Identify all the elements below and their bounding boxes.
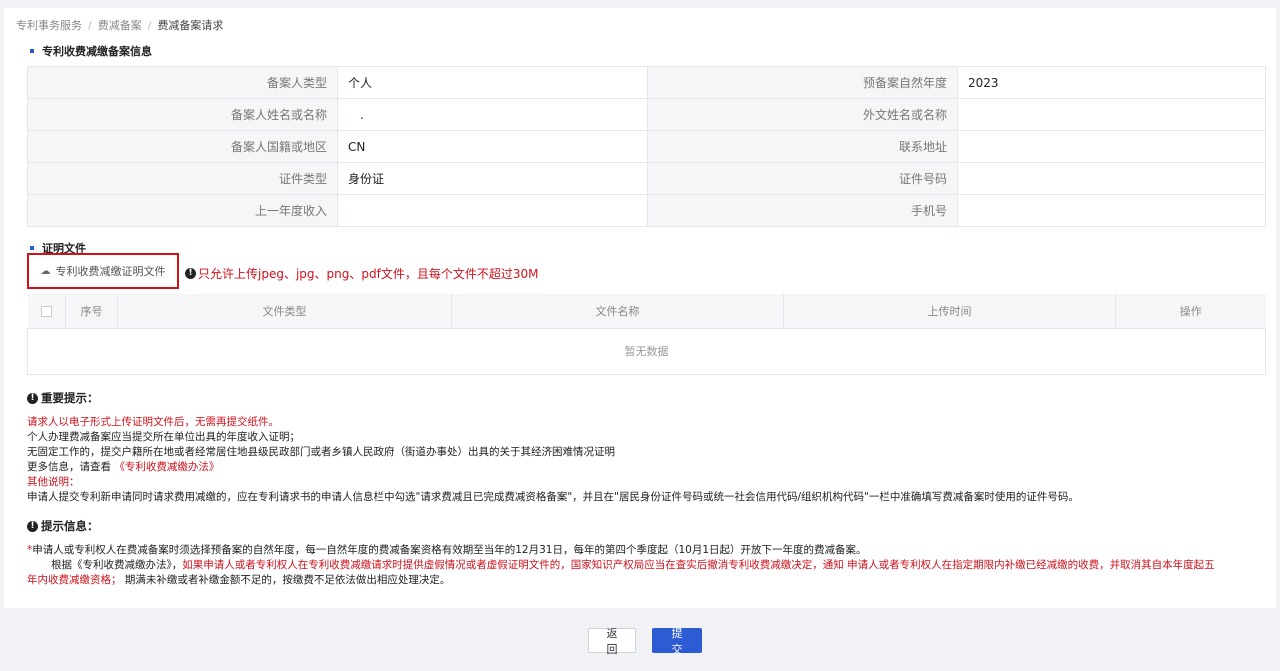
label-phone: 手机号 (647, 194, 958, 227)
section-title-text: 专利收费减缴备案信息 (42, 45, 152, 58)
value-foreign-name (957, 98, 1266, 131)
upload-hint-text: 只允许上传jpeg、jpg、png、pdf文件，且每个文件不超过30M (198, 267, 539, 281)
select-all-checkbox[interactable] (40, 305, 52, 317)
column-header-upload-time: 上传时间 (783, 294, 1116, 328)
back-button[interactable]: 返 回 (588, 627, 636, 656)
upload-hint: ! 只允许上传jpeg、jpg、png、pdf文件，且每个文件不超过30M (185, 265, 538, 282)
note-more-info-text: 更多信息，请查看 (27, 461, 111, 473)
column-header-actions: 操作 (1115, 294, 1266, 328)
important-notes-heading: ! 重要提示： (27, 391, 1079, 406)
table-header-row: 序号 文件类型 文件名称 上传时间 操作 (27, 294, 1266, 328)
label-contact-address: 联系地址 (647, 130, 958, 163)
exclamation-icon: ! (185, 268, 196, 279)
label-filer-name: 备案人姓名或名称 (27, 98, 338, 131)
tip-line-1-text: 申请人或专利权人在费减备案时须选择预备案的自然年度，每一自然年度的费减备案资格有… (32, 544, 867, 556)
tip-line-3: 年内收费减缴资格； 期满未补缴或者补缴金额不足的，按缴费不足依法做出相应处理决定… (27, 573, 1215, 588)
table-row: 证件类型 身份证 证件号码 (27, 162, 1266, 195)
label-nationality: 备案人国籍或地区 (27, 130, 338, 163)
value-prefiling-year: 2023 (957, 66, 1266, 99)
table-row: 上一年度收入 手机号 (27, 194, 1266, 227)
table-row: 备案人类型 个人 预备案自然年度 2023 (27, 66, 1266, 99)
other-notes-text: 申请人提交专利新申请同时请求费用减缴的，应在专利请求书的申请人信息栏中勾选"请求… (27, 491, 1079, 503)
empty-state-text: 暂无数据 (27, 327, 1266, 375)
breadcrumb: 专利事务服务 / 费减备案 / 费减备案请求 (16, 17, 223, 33)
tip-info-heading: ! 提示信息： (27, 519, 1215, 534)
breadcrumb-separator: / (88, 19, 92, 32)
value-filer-name: . (337, 98, 648, 131)
main-panel: 专利事务服务 / 费减备案 / 费减备案请求 专利收费减缴备案信息 备案人类型 个人 预… (4, 8, 1276, 608)
tip-line-2-warning: 如果申请人或者专利权人在专利收费减缴请求时提供虚假情况或者虚假证明文件的，国家知… (182, 559, 1215, 571)
regulation-link[interactable]: 《专利收费减缴办法》 (114, 461, 219, 473)
section-title-info: 专利收费减缴备案信息 (30, 43, 152, 59)
tip-info: ! 提示信息： *申请人或专利权人在费减备案时须选择预备案的自然年度，每一自然年… (27, 519, 1215, 588)
submit-button[interactable]: 提 交 (652, 627, 702, 656)
breadcrumb-item-fee-reduction[interactable]: 费减备案 (98, 19, 142, 32)
value-filer-type: 个人 (337, 66, 648, 99)
label-foreign-name: 外文姓名或名称 (647, 98, 958, 131)
upload-proof-button[interactable]: ☁ 专利收费减缴证明文件 (27, 253, 179, 289)
column-header-file-name: 文件名称 (451, 294, 784, 328)
exclamation-icon: ! (27, 393, 38, 404)
note-more-info: 更多信息，请查看 《专利收费减缴办法》 (27, 460, 1079, 475)
label-id-number: 证件号码 (647, 162, 958, 195)
note-unemployed-proof: 无固定工作的，提交户籍所在地或者经常居住地县级民政部门或者乡镇人民政府（街道办事… (27, 446, 615, 458)
label-id-type: 证件类型 (27, 162, 338, 195)
value-last-year-income (337, 194, 648, 227)
label-last-year-income: 上一年度收入 (27, 194, 338, 227)
label-filer-type: 备案人类型 (27, 66, 338, 99)
value-id-number (957, 162, 1266, 195)
value-id-type: 身份证 (337, 162, 648, 195)
exclamation-icon: ! (27, 521, 38, 532)
tip-line-2-prefix: 根据《专利收费减缴办法》， (51, 559, 183, 571)
value-nationality: CN (337, 130, 648, 163)
table-row: 备案人国籍或地区 CN 联系地址 (27, 130, 1266, 163)
label-prefiling-year: 预备案自然年度 (647, 66, 958, 99)
column-header-file-type: 文件类型 (117, 294, 452, 328)
important-notes: ! 重要提示： 请求人以电子形式上传证明文件后，无需再提交纸件。 个人办理费减备… (27, 391, 1079, 505)
breadcrumb-item-current: 费减备案请求 (157, 19, 224, 32)
tip-line-2: 根据《专利收费减缴办法》，如果申请人或者专利权人在专利收费减缴请求时提供虚假情况… (27, 558, 1215, 573)
select-all-cell (27, 294, 66, 328)
table-empty-row: 暂无数据 (27, 327, 1266, 375)
column-header-index: 序号 (65, 294, 118, 328)
tip-line-3-warning: 年内收费减缴资格； (27, 574, 122, 586)
footer-actions: 返 回 提 交 (588, 627, 702, 656)
breadcrumb-item-services[interactable]: 专利事务服务 (16, 19, 82, 32)
tip-line-3-text: 期满未补缴或者补缴金额不足的，按缴费不足依法做出相应处理决定。 (124, 574, 451, 586)
tip-line-1: *申请人或专利权人在费减备案时须选择预备案的自然年度，每一自然年度的费减备案资格… (27, 543, 1215, 558)
value-phone (957, 194, 1266, 227)
note-income-proof: 个人办理费减备案应当提交所在单位出具的年度收入证明； (27, 431, 300, 443)
upload-button-label: 专利收费减缴证明文件 (55, 265, 166, 278)
section-bullet-icon (30, 49, 34, 53)
cloud-upload-icon: ☁ (40, 265, 51, 277)
value-contact-address (957, 130, 1266, 163)
section-bullet-icon (30, 246, 34, 250)
table-row: 备案人姓名或名称 . 外文姓名或名称 (27, 98, 1266, 131)
other-notes-title: 其他说明： (27, 476, 80, 488)
breadcrumb-separator: / (147, 19, 152, 32)
note-no-paper: 请求人以电子形式上传证明文件后，无需再提交纸件。 (27, 416, 279, 428)
record-info-table: 备案人类型 个人 预备案自然年度 2023 备案人姓名或名称 . 外文姓名或名称… (27, 66, 1266, 227)
important-notes-title: 重要提示： (41, 391, 99, 405)
tip-info-title: 提示信息： (41, 519, 99, 533)
file-table: 序号 文件类型 文件名称 上传时间 操作 暂无数据 (27, 294, 1266, 375)
